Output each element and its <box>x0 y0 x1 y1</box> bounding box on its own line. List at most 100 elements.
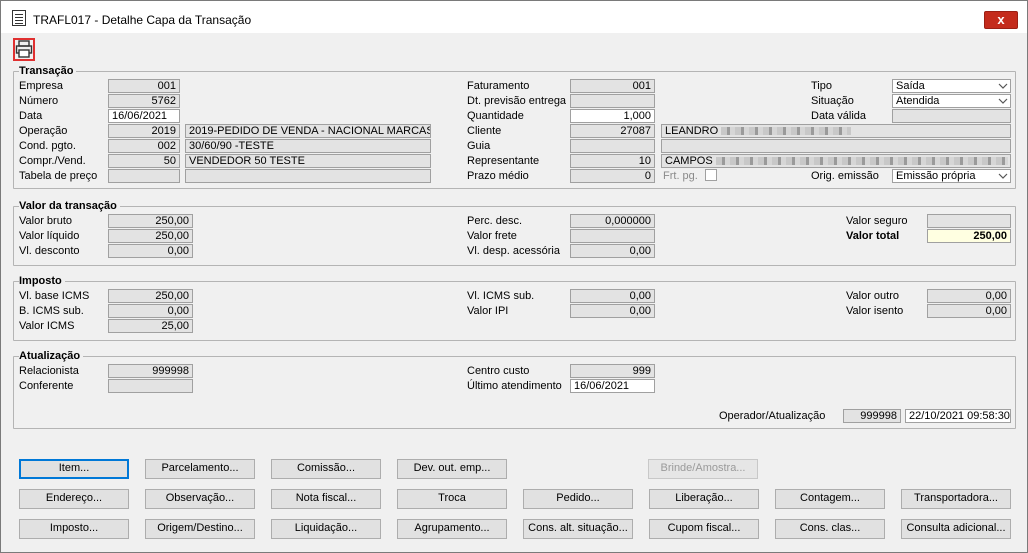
conferente-field[interactable] <box>108 379 193 393</box>
compr-vend-code-field[interactable]: 50 <box>108 154 180 168</box>
operador-datetime-field[interactable]: 22/10/2021 09:58:30 <box>905 409 1011 423</box>
situacao-label: Situação <box>811 95 854 107</box>
dev-out-emp-button[interactable]: Dev. out. emp... <box>397 459 507 479</box>
main-window: TRAFL017 - Detalhe Capa da Transação x T… <box>0 0 1028 553</box>
data-label: Data <box>19 110 43 122</box>
valor-icms-field[interactable]: 25,00 <box>108 319 193 333</box>
orig-emissao-select[interactable]: Emissão própria <box>892 169 1011 183</box>
endereco-button[interactable]: Endereço... <box>19 489 129 509</box>
faturamento-label: Faturamento <box>467 80 530 92</box>
agrupamento-button[interactable]: Agrupamento... <box>397 519 507 539</box>
tipo-value: Saída <box>896 80 925 92</box>
valor-total-label: Valor total <box>846 230 900 242</box>
valor-icms-label: Valor ICMS <box>19 320 75 332</box>
prazo-medio-label: Prazo médio <box>467 170 529 182</box>
cons-clas-button[interactable]: Cons. clas... <box>775 519 885 539</box>
valor-title: Valor da transação <box>19 200 120 212</box>
parcelamento-button[interactable]: Parcelamento... <box>145 459 255 479</box>
cliente-name-field[interactable]: LEANDRO <box>661 124 1011 138</box>
vl-base-icms-field[interactable]: 250,00 <box>108 289 193 303</box>
guia-code-field[interactable] <box>570 139 655 153</box>
transportadora-button[interactable]: Transportadora... <box>901 489 1011 509</box>
tabela-preco-code-field[interactable] <box>108 169 180 183</box>
vl-desp-acessoria-field[interactable]: 0,00 <box>570 244 655 258</box>
valor-frete-label: Valor frete <box>467 230 517 242</box>
liberacao-button[interactable]: Liberação... <box>649 489 759 509</box>
valor-ipi-label: Valor IPI <box>467 305 509 317</box>
troca-button[interactable]: Troca <box>397 489 507 509</box>
centro-custo-field[interactable]: 999 <box>570 364 655 378</box>
cliente-name-text: LEANDRO <box>665 125 719 137</box>
perc-desc-label: Perc. desc. <box>467 215 523 227</box>
dt-previsao-field[interactable] <box>570 94 655 108</box>
cond-pgto-code-field[interactable]: 002 <box>108 139 180 153</box>
close-icon: x <box>997 12 1005 27</box>
liquidacao-button[interactable]: Liquidação... <box>271 519 381 539</box>
consulta-adicional-button[interactable]: Consulta adicional... <box>901 519 1011 539</box>
quantidade-label: Quantidade <box>467 110 524 122</box>
cliente-label: Cliente <box>467 125 502 137</box>
cliente-code-field[interactable]: 27087 <box>570 124 655 138</box>
valor-bruto-field[interactable]: 250,00 <box>108 214 193 228</box>
valor-isento-label: Valor isento <box>846 305 904 317</box>
imposto-button[interactable]: Imposto... <box>19 519 129 539</box>
conferente-label: Conferente <box>19 380 74 392</box>
relacionista-label: Relacionista <box>19 365 79 377</box>
operador-field[interactable]: 999998 <box>843 409 901 423</box>
representante-name-field[interactable]: CAMPOS <box>661 154 1011 168</box>
empresa-field[interactable]: 001 <box>108 79 180 93</box>
orig-emissao-label: Orig. emissão <box>811 170 879 182</box>
cons-alt-situacao-button[interactable]: Cons. alt. situação... <box>523 519 633 539</box>
comissao-button[interactable]: Comissão... <box>271 459 381 479</box>
cupom-fiscal-button[interactable]: Cupom fiscal... <box>649 519 759 539</box>
operacao-desc-field[interactable]: 2019-PEDIDO DE VENDA - NACIONAL MARCAS <box>185 124 431 138</box>
compr-vend-desc-field[interactable]: VENDEDOR 50 TESTE <box>185 154 431 168</box>
vl-desp-acessoria-label: Vl. desp. acessória <box>467 245 560 257</box>
close-button[interactable]: x <box>984 11 1018 29</box>
data-field[interactable]: 16/06/2021 <box>108 109 180 123</box>
guia-desc-field[interactable] <box>661 139 1011 153</box>
vl-icms-sub-field[interactable]: 0,00 <box>570 289 655 303</box>
item-button[interactable]: Item... <box>19 459 129 479</box>
compr-vend-label: Compr./Vend. <box>19 155 86 167</box>
valor-frete-field[interactable] <box>570 229 655 243</box>
centro-custo-label: Centro custo <box>467 365 530 377</box>
observacao-button[interactable]: Observação... <box>145 489 255 509</box>
valor-outro-field[interactable]: 0,00 <box>927 289 1011 303</box>
b-icms-sub-label: B. ICMS sub. <box>19 305 84 317</box>
valor-liquido-field[interactable]: 250,00 <box>108 229 193 243</box>
data-valida-label: Data válida <box>811 110 867 122</box>
dt-previsao-label: Dt. previsão entrega <box>467 95 567 107</box>
title-bar: TRAFL017 - Detalhe Capa da Transação x <box>1 1 1027 33</box>
valor-total-field[interactable]: 250,00 <box>927 229 1011 243</box>
faturamento-field[interactable]: 001 <box>570 79 655 93</box>
frt-pg-checkbox[interactable] <box>705 169 717 181</box>
relacionista-field[interactable]: 999998 <box>108 364 193 378</box>
print-button[interactable] <box>13 38 35 61</box>
origem-destino-button[interactable]: Origem/Destino... <box>145 519 255 539</box>
operacao-code-field[interactable]: 2019 <box>108 124 180 138</box>
data-valida-field[interactable] <box>892 109 1011 123</box>
pedido-button[interactable]: Pedido... <box>523 489 633 509</box>
numero-field[interactable]: 5762 <box>108 94 180 108</box>
vl-desconto-field[interactable]: 0,00 <box>108 244 193 258</box>
valor-seguro-field[interactable] <box>927 214 1011 228</box>
tabela-preco-desc-field[interactable] <box>185 169 431 183</box>
quantidade-field[interactable]: 1,000 <box>570 109 655 123</box>
orig-emissao-value: Emissão própria <box>896 170 976 182</box>
prazo-medio-field[interactable]: 0 <box>570 169 655 183</box>
tipo-label: Tipo <box>811 80 832 92</box>
valor-bruto-label: Valor bruto <box>19 215 72 227</box>
valor-isento-field[interactable]: 0,00 <box>927 304 1011 318</box>
tipo-select[interactable]: Saída <box>892 79 1011 93</box>
representante-code-field[interactable]: 10 <box>570 154 655 168</box>
cond-pgto-desc-field[interactable]: 30/60/90 -TESTE <box>185 139 431 153</box>
situacao-select[interactable]: Atendida <box>892 94 1011 108</box>
b-icms-sub-field[interactable]: 0,00 <box>108 304 193 318</box>
valor-ipi-field[interactable]: 0,00 <box>570 304 655 318</box>
nota-fiscal-button[interactable]: Nota fiscal... <box>271 489 381 509</box>
brinde-amostra-button[interactable]: Brinde/Amostra... <box>648 459 758 479</box>
perc-desc-field[interactable]: 0,000000 <box>570 214 655 228</box>
contagem-button[interactable]: Contagem... <box>775 489 885 509</box>
ultimo-atendimento-field[interactable]: 16/06/2021 <box>570 379 655 393</box>
